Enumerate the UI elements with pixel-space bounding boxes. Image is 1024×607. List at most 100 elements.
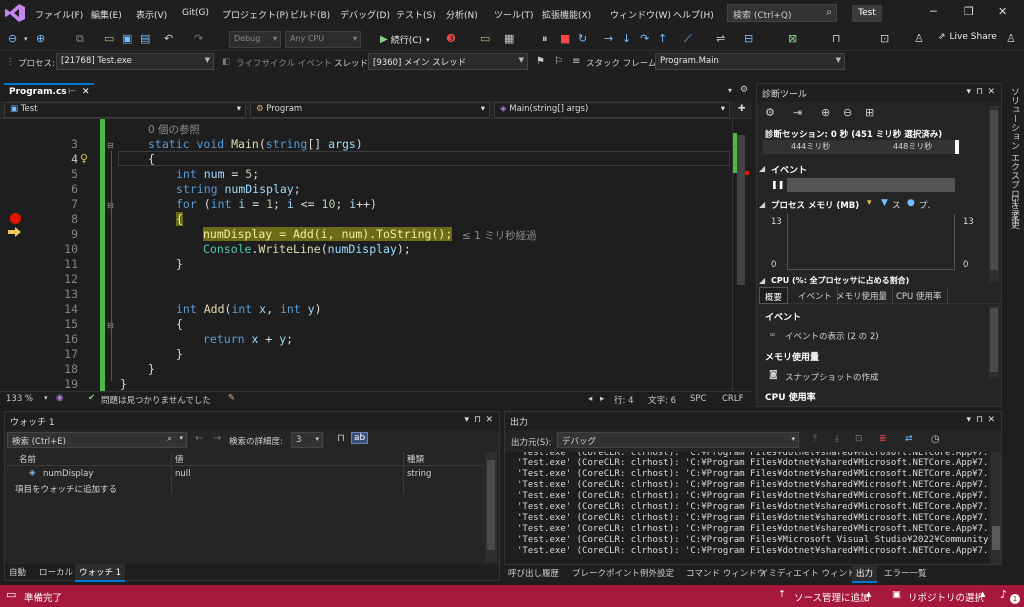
- chevron-down-icon[interactable]: ▾: [179, 434, 183, 442]
- menu-test[interactable]: テスト(S): [396, 8, 436, 21]
- user-icon[interactable]: ♙: [1006, 32, 1016, 45]
- pin-watch-icon[interactable]: ⊓: [337, 433, 345, 444]
- menu-build[interactable]: ビルド(B): [290, 8, 330, 21]
- bookmark-icon[interactable]: ⊠: [788, 32, 797, 45]
- redo-icon[interactable]: ↷: [194, 32, 203, 45]
- whitespace-indicator[interactable]: SPC: [690, 394, 706, 404]
- lightbulb-icon[interactable]: ♀: [80, 152, 88, 165]
- comment-icon[interactable]: ⊟: [744, 32, 753, 45]
- search-forward-icon[interactable]: →: [213, 433, 221, 444]
- column-type-header[interactable]: 種類: [407, 453, 424, 465]
- collapse-icon[interactable]: ◢: [759, 276, 765, 285]
- chevron-up-icon[interactable]: ▲: [866, 590, 871, 598]
- tab-error-list[interactable]: エラー一覧: [884, 567, 927, 579]
- save-icon[interactable]: ▣: [122, 32, 132, 45]
- filter-flag-icon[interactable]: ⚐: [554, 56, 563, 67]
- breakpoint-icon[interactable]: [10, 213, 21, 224]
- code-editor[interactable]: ♀ 3 4 5 6 7 8 9 10 11 12 13 14 15 16 17 …: [0, 119, 752, 391]
- view-format-icon[interactable]: ab: [351, 432, 369, 444]
- timeline-ruler[interactable]: 444ミリ秒 448ミリ秒: [763, 140, 959, 154]
- tab-memory-usage[interactable]: メモリ使用量: [831, 287, 894, 304]
- scroll-thumb[interactable]: [990, 110, 998, 270]
- tab-watch-1[interactable]: ウォッチ 1: [75, 564, 126, 582]
- search-box[interactable]: 検索 (Ctrl+Q) ⌕: [727, 4, 837, 22]
- diagnostics-scrollbar[interactable]: [989, 106, 999, 282]
- hot-reload-icon[interactable]: ❸: [446, 32, 456, 45]
- step-out-icon[interactable]: ↑: [658, 32, 667, 45]
- split-editor-icon[interactable]: ✚: [738, 104, 746, 114]
- account-icon[interactable]: ♙: [914, 32, 924, 45]
- clock-icon[interactable]: ◷: [931, 434, 940, 445]
- new-project-icon[interactable]: ⧉: [76, 32, 84, 46]
- tab-breakpoints[interactable]: ブレークポイント: [572, 567, 640, 579]
- menu-analyze[interactable]: 分析(N): [446, 8, 478, 21]
- collapse-icon[interactable]: ◢: [759, 200, 765, 209]
- menu-window[interactable]: ウィンドウ(W): [610, 8, 671, 21]
- watch-row-value[interactable]: null: [175, 469, 191, 479]
- output-scrollbar[interactable]: [991, 452, 1001, 564]
- tab-locals[interactable]: ローカル: [39, 566, 73, 578]
- menu-help[interactable]: ヘルプ(H): [673, 8, 714, 21]
- dropdown-icon[interactable]: ▾: [464, 415, 469, 425]
- select-repository-button[interactable]: リポジトリの選択: [908, 590, 984, 604]
- scroll-thumb[interactable]: [487, 460, 495, 550]
- column-name-header[interactable]: 名前: [19, 453, 36, 465]
- break-all-icon[interactable]: ⏸: [542, 32, 548, 46]
- platform-dropdown[interactable]: Any CPU ▾: [285, 31, 361, 48]
- summary-scrollbar[interactable]: [989, 306, 999, 378]
- restart-icon[interactable]: ↻: [578, 32, 587, 45]
- close-tab-icon[interactable]: ✕: [82, 87, 90, 97]
- notification-bell-icon[interactable]: ♪: [1000, 588, 1007, 601]
- pin-icon[interactable]: ⊓: [976, 87, 983, 97]
- browser-link-icon[interactable]: ▭: [480, 32, 490, 45]
- find-icon[interactable]: ⊡: [855, 434, 863, 444]
- toggle-wrap-icon[interactable]: ⇄: [905, 434, 913, 444]
- output-window-icon[interactable]: ▭: [6, 588, 16, 601]
- close-panel-icon[interactable]: ✕: [987, 415, 995, 425]
- tab-autos[interactable]: 自動: [9, 566, 26, 578]
- menu-debug[interactable]: デバッグ(D): [340, 8, 390, 21]
- table-row[interactable]: ◈ numDisplay null string: [7, 468, 483, 482]
- step-into-icon[interactable]: ↓: [622, 32, 631, 45]
- search-depth-dropdown[interactable]: 3 ▾: [291, 432, 323, 448]
- pin-icon[interactable]: ⊓: [976, 415, 983, 425]
- events-track[interactable]: [787, 178, 955, 192]
- issues-status[interactable]: 問題は見つかりませんでした: [101, 394, 211, 406]
- settings-icon[interactable]: ⚙: [740, 85, 748, 95]
- stackframe-dropdown[interactable]: Program.Main ▼: [655, 53, 845, 70]
- pause-icon[interactable]: ❚❚: [771, 180, 784, 189]
- scroll-thumb[interactable]: [990, 308, 998, 372]
- show-events-link[interactable]: イベントの表示 (2 の 2): [785, 330, 879, 342]
- stack-icon[interactable]: ≡: [572, 56, 580, 67]
- menu-git[interactable]: Git(G): [182, 8, 209, 18]
- tab-command-window[interactable]: コマンド ウィンドウ: [686, 567, 765, 579]
- tab-immediate-window[interactable]: イミディエイト ウィンドウ: [760, 567, 864, 579]
- project-nav-dropdown[interactable]: ▣ Test ▾: [4, 102, 246, 118]
- dropdown-icon[interactable]: ▾: [966, 87, 971, 97]
- configuration-dropdown[interactable]: Debug ▾: [229, 31, 281, 48]
- close-panel-icon[interactable]: ✕: [485, 415, 493, 425]
- take-snapshot-button[interactable]: スナップショットの作成: [785, 371, 879, 383]
- add-to-source-control-button[interactable]: ソース管理に追加: [794, 590, 870, 604]
- scroll-thumb[interactable]: [737, 135, 745, 285]
- pin-tab-icon[interactable]: ⊢: [68, 87, 76, 97]
- collapse-icon[interactable]: ⊟: [107, 141, 114, 150]
- process-dropdown[interactable]: [21768] Test.exe ▼: [56, 53, 214, 70]
- chevron-down-icon[interactable]: ▾: [24, 35, 28, 43]
- scroll-left-icon[interactable]: ◂: [588, 394, 592, 404]
- diagnostics-icon[interactable]: ⟋: [684, 32, 692, 46]
- dropdown-icon[interactable]: ▾: [966, 415, 971, 425]
- thread-dropdown[interactable]: [9360] メイン スレッド ▼: [368, 53, 528, 70]
- tab-program-cs[interactable]: Program.cs ⊢ ✕: [4, 83, 94, 101]
- close-panel-icon[interactable]: ✕: [987, 87, 995, 97]
- watch-scrollbar[interactable]: [485, 452, 497, 562]
- line-ending-indicator[interactable]: CRLF: [722, 394, 743, 404]
- feedback-icon[interactable]: ⊡: [880, 32, 889, 45]
- chevron-down-icon[interactable]: ▾: [44, 394, 48, 402]
- tab-list-icon[interactable]: ▾: [728, 86, 732, 95]
- pin-icon[interactable]: ⊓: [474, 415, 481, 425]
- tab-output[interactable]: 出力: [852, 565, 878, 583]
- tab-cpu-usage[interactable]: CPU 使用率: [891, 287, 948, 304]
- zoom-out-icon[interactable]: ⊖: [843, 106, 852, 119]
- breakpoint-settings-icon[interactable]: ⇌: [716, 32, 725, 45]
